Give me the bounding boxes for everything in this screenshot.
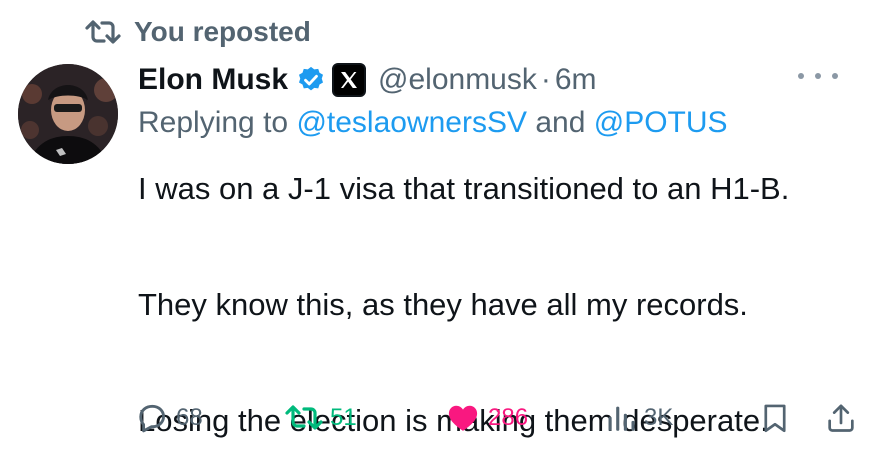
separator-dot: · <box>540 63 551 96</box>
replying-prefix: Replying to <box>138 106 297 139</box>
more-options-icon[interactable] <box>798 66 838 86</box>
repost-icon <box>84 17 122 47</box>
reply-button[interactable]: 68 <box>134 396 203 440</box>
reply-icon <box>139 404 165 433</box>
avatar-image <box>18 64 118 164</box>
heart-icon <box>448 405 478 431</box>
tweet-spacer <box>138 218 858 276</box>
like-button[interactable]: 286 <box>444 396 528 440</box>
x-logo-icon[interactable] <box>332 63 367 97</box>
share-icon <box>828 404 854 432</box>
repost-banner-text: You reposted <box>134 16 311 47</box>
repost-count: 51 <box>330 404 357 431</box>
replying-to: Replying to @teslaownersSV and @POTUS <box>138 106 728 140</box>
bookmark-button[interactable] <box>758 396 792 440</box>
mention-link[interactable]: @POTUS <box>594 106 728 139</box>
repost-banner[interactable]: You reposted <box>84 14 311 50</box>
author-handle[interactable]: @elonmusk <box>378 63 537 97</box>
share-button[interactable] <box>824 396 858 440</box>
tweet-line: They know this, as they have all my reco… <box>138 287 748 322</box>
mention-link[interactable]: @teslaownersSV <box>296 106 527 139</box>
reply-count: 68 <box>176 404 203 431</box>
replying-conjunction: and <box>527 106 594 139</box>
verified-badge-icon[interactable] <box>296 65 326 95</box>
views-button[interactable]: 3K <box>604 396 673 440</box>
tweet-header: Elon Musk @elonmusk · 6m <box>138 60 860 100</box>
repost-button[interactable]: 51 <box>284 396 357 440</box>
author-name[interactable]: Elon Musk <box>138 63 288 97</box>
views-count: 3K <box>644 404 674 431</box>
tweet-line: I was on a J-1 visa that transitioned to… <box>138 171 790 206</box>
avatar[interactable] <box>18 64 118 164</box>
views-chart-icon <box>608 406 635 431</box>
tweet-time[interactable]: 6m <box>555 63 597 97</box>
repost-icon <box>285 405 323 430</box>
bookmark-icon <box>764 404 786 433</box>
like-count: 286 <box>488 404 529 431</box>
action-bar: 68 51 286 3K <box>134 396 864 440</box>
tweet-spacer <box>138 334 858 392</box>
